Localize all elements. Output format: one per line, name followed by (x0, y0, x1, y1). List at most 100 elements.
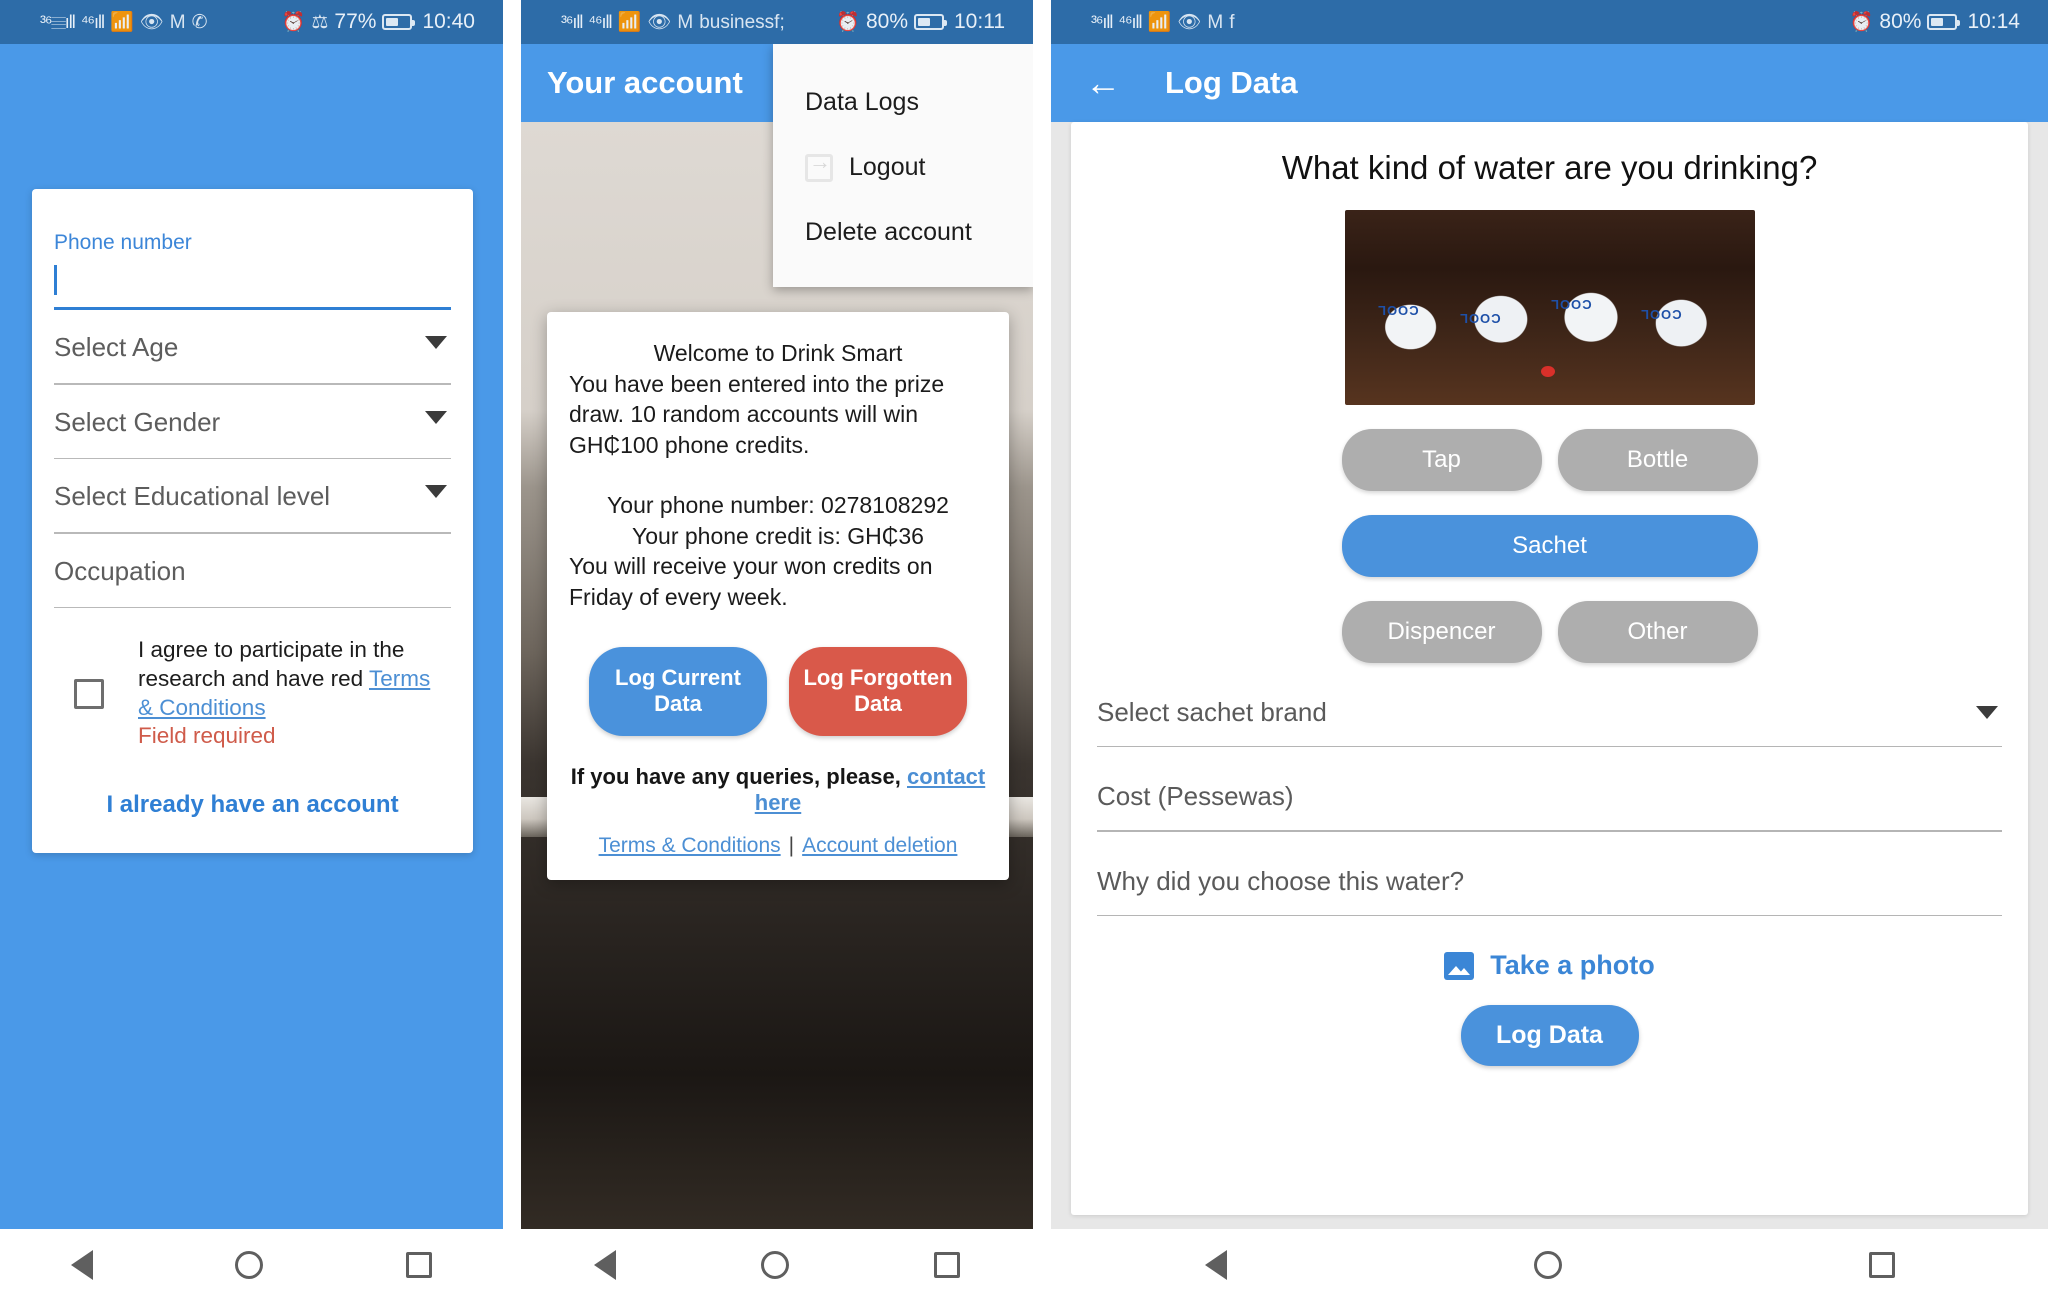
occupation-input[interactable]: Occupation (54, 540, 451, 608)
photo-brand-label: COOL (1377, 303, 1419, 319)
phone-screen-log-data: ³⁶ıll ⁴⁶ıll 📶 👁 M f ⏰ 80% 10:14 ← Log Da… (1051, 0, 2048, 1301)
sachet-brand-label: Select sachet brand (1097, 696, 1327, 727)
nav-home-icon[interactable] (1533, 1251, 1562, 1279)
agree-checkbox[interactable] (74, 678, 104, 709)
alarm-icon: ⏰ (836, 11, 860, 33)
nav-recents-icon[interactable] (1868, 1252, 1895, 1278)
image-icon (1444, 951, 1475, 980)
sachet-brand-select[interactable]: Select sachet brand (1097, 697, 2002, 748)
cost-placeholder: Cost (Pessewas) (1097, 781, 1294, 812)
dialog-queries-text: If you have any queries, please, (570, 764, 907, 790)
battery-icon (914, 14, 947, 30)
water-option-other[interactable]: Other (1557, 600, 1758, 663)
photo-red-dot (1541, 366, 1556, 378)
occupation-underline (54, 606, 451, 608)
gender-select[interactable]: Select Gender (54, 391, 451, 459)
take-photo-button[interactable]: Take a photo (1097, 950, 2002, 981)
phone-screen-account: ³⁶ıll ⁴⁶ıll 📶 👁 M businessf; ⏰ 80% 10:1… (521, 0, 1033, 1301)
wifi-icon: 📶 (109, 11, 134, 33)
take-photo-label: Take a photo (1490, 950, 1655, 981)
education-select[interactable]: Select Educational level (54, 465, 451, 534)
status-bar-right-icons: ⏰ ⚖ 77% 10:40 (282, 10, 475, 34)
age-select-label: Select Age (54, 332, 179, 362)
status-bar-left-icons: ³⁶ıll ⁴⁶ıll 📶 👁 M businessf; (561, 12, 785, 33)
gender-select-label: Select Gender (54, 406, 221, 437)
eye-icon: 👁 (647, 11, 672, 33)
signal-3g-icon: ³⁶ıll (561, 11, 583, 32)
question-title: What kind of water are you drinking? (1281, 149, 1818, 186)
alarm-icon: ⏰ (1849, 11, 1874, 33)
agree-row: I agree to participate in the research a… (54, 636, 451, 751)
signup-card: Phone number Select Age Select Gender Se… (32, 189, 473, 854)
age-select[interactable]: Select Age (54, 316, 451, 385)
log-current-data-button[interactable]: Log Current Data (589, 646, 767, 737)
menu-item-logout[interactable]: Logout (773, 135, 1033, 200)
field-required-error: Field required (138, 723, 276, 749)
signal-3g-icon: ³⁶𝄙ıll (40, 11, 76, 32)
water-type-row-3: Dispencer Other (1097, 600, 2002, 663)
clock-time: 10:11 (954, 10, 1005, 33)
reason-input[interactable]: Why did you choose this water? (1097, 866, 2002, 917)
nav-home-icon[interactable] (760, 1251, 789, 1279)
nav-back-icon[interactable] (593, 1250, 616, 1280)
battery-icon (382, 14, 416, 30)
signal-3g-icon: ³⁶ıll (1091, 11, 1113, 32)
page-title: Log Data (1165, 65, 1298, 100)
whatsapp-icon: ✆ (191, 11, 208, 33)
terms-conditions-link[interactable]: Terms & Conditions (599, 834, 781, 857)
age-underline (54, 383, 451, 385)
overflow-menu: Data Logs Logout Delete account (773, 44, 1033, 287)
back-arrow-icon[interactable]: ← (1085, 65, 1121, 101)
photo-brand-label: COOL (1639, 307, 1682, 323)
reason-placeholder: Why did you choose this water? (1097, 865, 1465, 896)
water-option-tap[interactable]: Tap (1341, 428, 1542, 491)
nav-back-icon[interactable] (71, 1250, 94, 1280)
agree-text: I agree to participate in the research a… (138, 636, 451, 751)
nav-recents-icon[interactable] (934, 1252, 961, 1278)
android-nav-bar (521, 1229, 1033, 1301)
log-data-submit-button[interactable]: Log Data (1460, 1005, 1639, 1067)
nav-recents-icon[interactable] (405, 1252, 432, 1278)
menu-item-delete-account[interactable]: Delete account (773, 200, 1033, 265)
log-forgotten-data-button[interactable]: Log Forgotten Data (789, 646, 967, 737)
signal-4g-icon: ⁴⁶ıll (1118, 11, 1142, 32)
water-option-bottle[interactable]: Bottle (1557, 428, 1758, 491)
water-type-row-1: Tap Bottle (1097, 428, 2002, 491)
battery-percent: 80% (865, 10, 908, 33)
phone-number-field[interactable]: Phone number (54, 231, 451, 310)
gmail-icon: M (1207, 11, 1224, 33)
eye-icon: 👁 (1177, 11, 1202, 33)
photo-brand-label: COOL (1549, 297, 1592, 313)
logout-icon (805, 149, 833, 182)
signal-4g-icon: ⁴⁶ıll (80, 11, 105, 32)
menu-item-label: Data Logs (805, 88, 919, 116)
cost-underline (1097, 830, 2002, 832)
screenshot-root: ³⁶𝄙ıll ⁴⁶ıll 📶 👁 M ✆ ⏰ ⚖ 77% 10:40 Phone… (0, 0, 2048, 1301)
dialog-footer-links: Terms & Conditions | Account deletion (569, 834, 987, 858)
log-data-card: What kind of water are you drinking? COO… (1071, 122, 2028, 1215)
welcome-dialog: Welcome to Drink Smart You have been ent… (547, 312, 1009, 881)
app-bar: ← Log Data (1051, 44, 2048, 122)
alarm-icon: ⏰ (281, 11, 306, 33)
text-caret (54, 265, 57, 295)
chevron-down-icon (1976, 705, 1998, 719)
facebook-icon: businessf; (699, 11, 785, 33)
wifi-icon: 📶 (1147, 11, 1172, 33)
dialog-prize-text: You have been entered into the prize dra… (569, 370, 945, 458)
nav-back-icon[interactable] (1204, 1250, 1227, 1280)
education-select-label: Select Educational level (54, 481, 331, 511)
dialog-phone-credit: Your phone credit is: GH₵36 (632, 522, 924, 549)
cost-input[interactable]: Cost (Pessewas) (1097, 781, 2002, 832)
water-option-dispencer[interactable]: Dispencer (1341, 600, 1542, 663)
battery-icon (1927, 14, 1961, 30)
status-bar: ³⁶ıll ⁴⁶ıll 📶 👁 M businessf; ⏰ 80% 10:1… (521, 0, 1033, 44)
water-option-sachet[interactable]: Sachet (1341, 514, 1758, 577)
occupation-placeholder: Occupation (54, 555, 186, 586)
sachet-brand-underline (1097, 745, 2002, 748)
education-underline (54, 532, 451, 534)
nav-home-icon[interactable] (235, 1251, 264, 1279)
already-have-account-link[interactable]: I already have an account (54, 791, 451, 819)
account-deletion-link[interactable]: Account deletion (802, 834, 957, 857)
android-nav-bar (0, 1229, 503, 1301)
menu-item-data-logs[interactable]: Data Logs (773, 70, 1033, 135)
